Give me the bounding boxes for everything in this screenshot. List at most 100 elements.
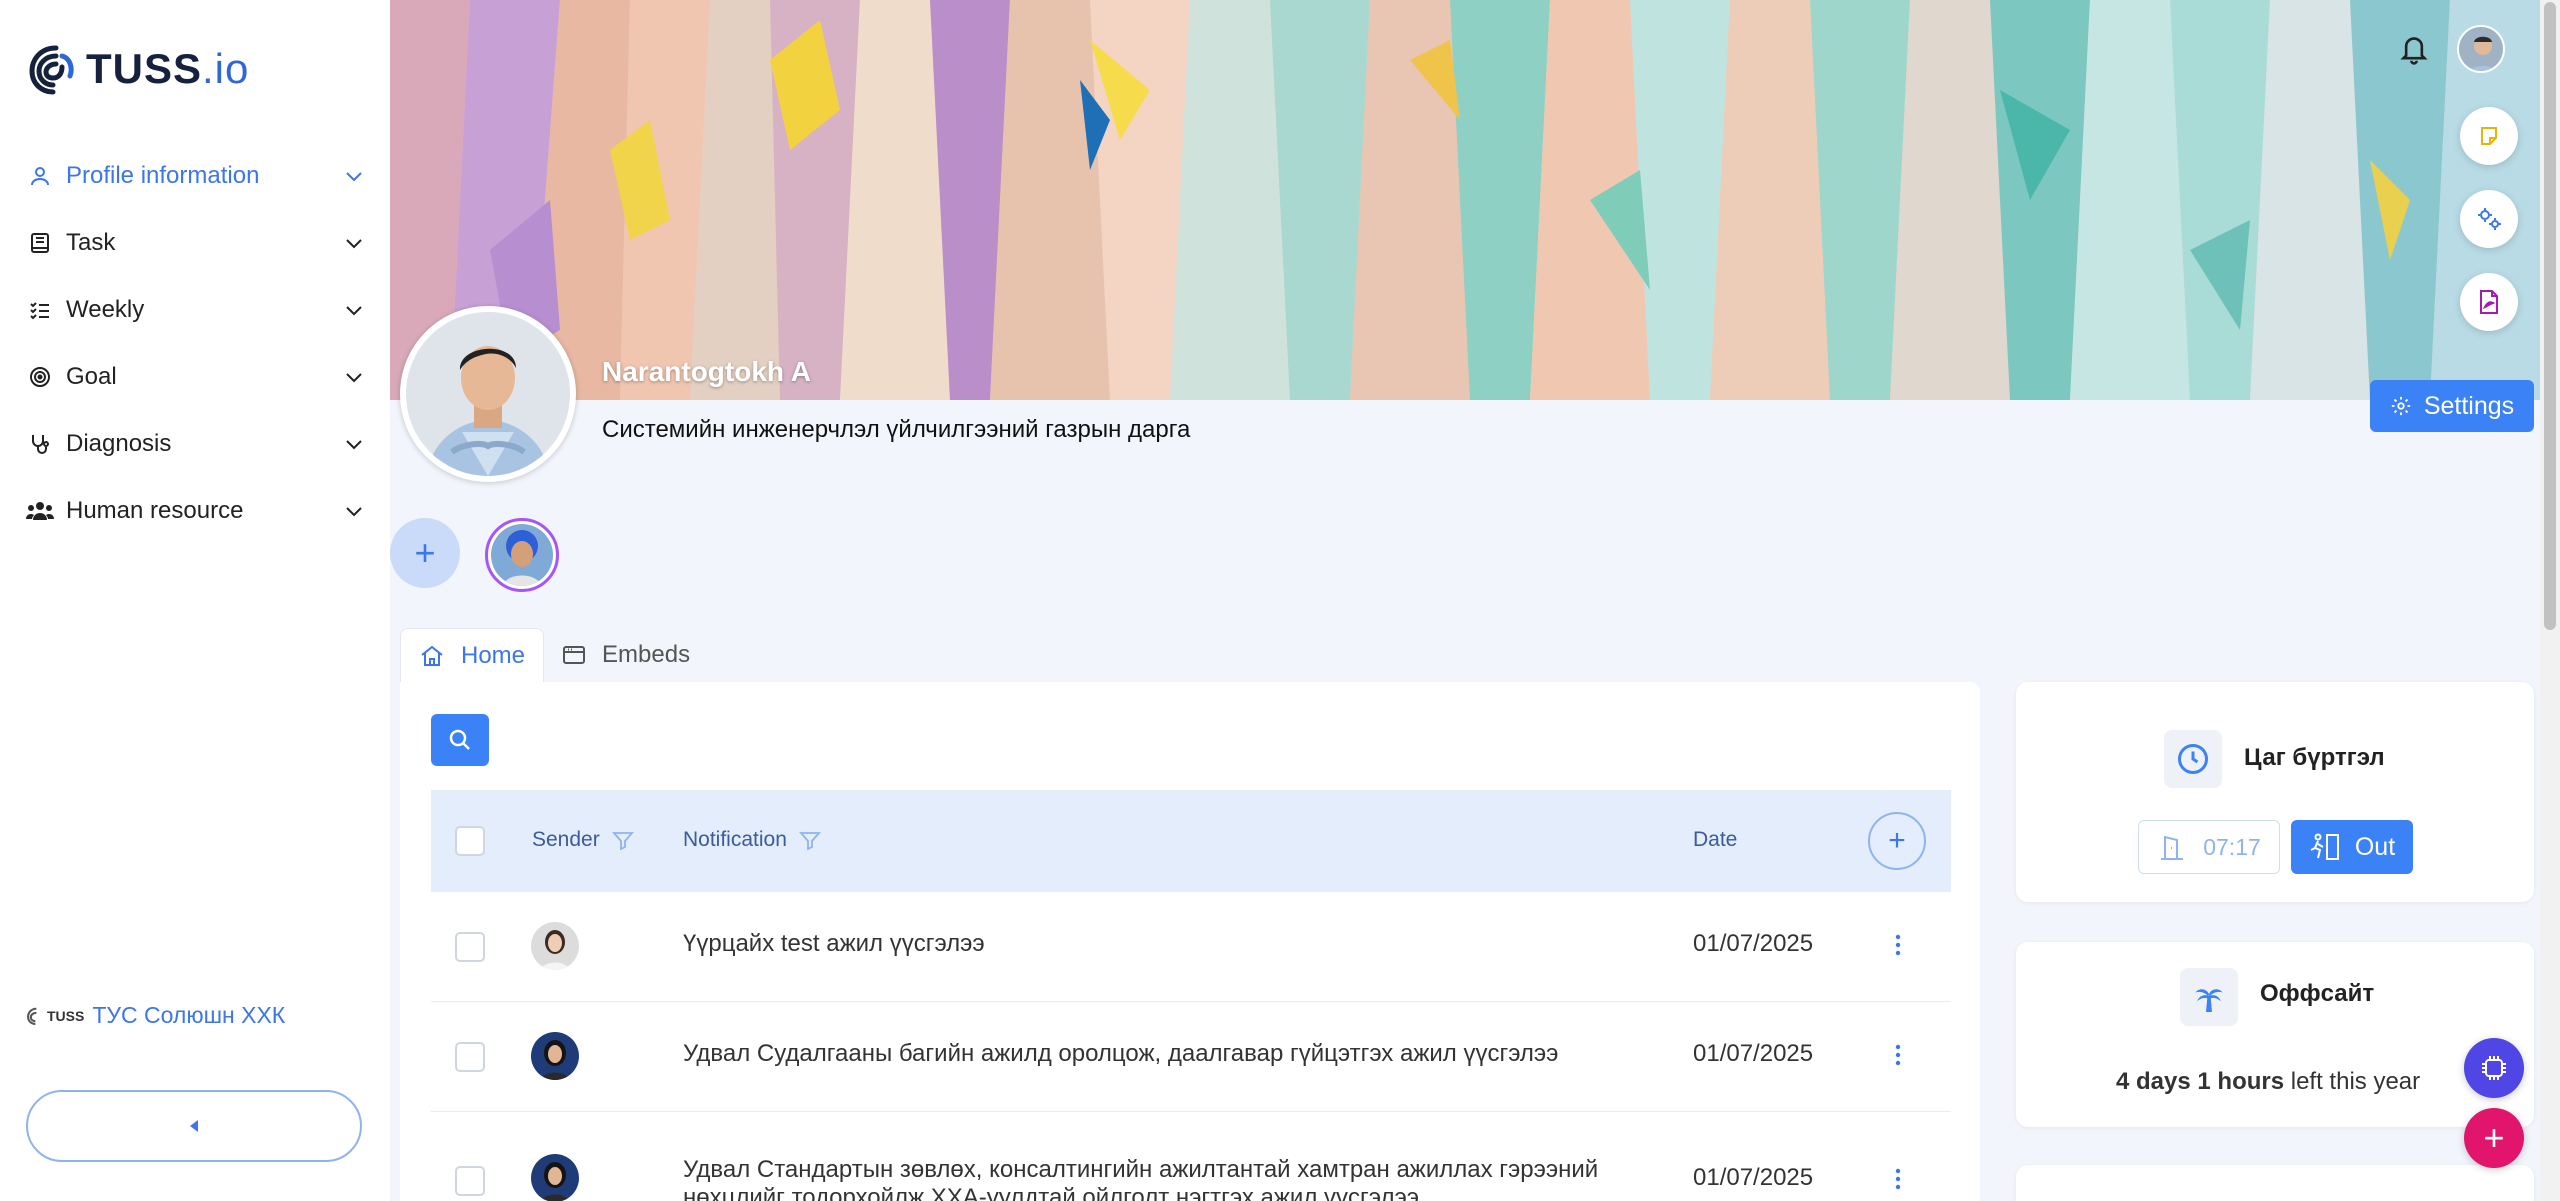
filter-icon[interactable]: [611, 830, 634, 850]
plus-icon: +: [1888, 824, 1906, 857]
select-all-checkbox[interactable]: [455, 826, 485, 856]
column-notification[interactable]: Notification: [683, 828, 821, 852]
sidebar-item-human-resource[interactable]: Human resource: [26, 477, 366, 544]
sender-avatar: [531, 1154, 579, 1201]
content-tabs: Home Embeds: [400, 628, 708, 682]
column-date[interactable]: Date: [1693, 828, 1737, 852]
sidebar-item-goal[interactable]: Goal: [26, 343, 366, 410]
settings-button[interactable]: Settings: [2370, 380, 2534, 432]
book-icon: [26, 229, 54, 257]
page-scrollbar[interactable]: [2540, 0, 2560, 1201]
offsite-card: Оффсайт 4 days 1 hours left this year: [2016, 942, 2534, 1127]
more-vertical-icon[interactable]: [1893, 932, 1903, 958]
sidebar-nav: Profile information Task Weekly Goal Dia…: [26, 142, 366, 544]
sender-avatar-image: [531, 1154, 579, 1201]
sidebar-item-label: Diagnosis: [66, 429, 172, 457]
clock-in-time-button[interactable]: 07:17: [2138, 820, 2280, 874]
pdf-button[interactable]: [2460, 273, 2518, 331]
chevron-down-icon: [346, 506, 362, 516]
logo-main-text: TUSS: [86, 45, 203, 92]
sidebar-item-label: Human resource: [66, 496, 244, 524]
logo-text: TUSS.io: [86, 45, 249, 93]
logo[interactable]: TUSS.io: [26, 40, 249, 98]
table-row[interactable]: Үүрцайх test ажил үүсгэлээ 01/07/2025: [431, 892, 1951, 1002]
cover-banner: [390, 0, 2540, 400]
table-row[interactable]: Удвал Стандартын зөвлөх, консалтингийн а…: [431, 1112, 1951, 1201]
clock-out-label: Out: [2354, 832, 2396, 861]
sidebar-item-diagnosis[interactable]: Diagnosis: [26, 410, 366, 477]
user-avatar[interactable]: [2457, 25, 2505, 73]
sticky-note-icon: [2481, 127, 2497, 145]
offsite-card-title: Оффсайт: [2260, 980, 2375, 1007]
notes-button[interactable]: [2460, 107, 2518, 165]
add-story-button[interactable]: +: [390, 518, 460, 588]
search-button[interactable]: [431, 714, 489, 766]
more-vertical-icon[interactable]: [1893, 1166, 1903, 1192]
company-logo-text: TUSS: [47, 1007, 85, 1024]
bell-icon[interactable]: [2398, 32, 2430, 66]
clock-out-button[interactable]: Out: [2291, 820, 2413, 874]
story-avatar[interactable]: [485, 518, 559, 592]
cover-image: [390, 0, 2540, 400]
next-card: [2016, 1165, 2534, 1201]
exit-running-icon: [2310, 833, 2339, 860]
filter-icon[interactable]: [798, 830, 821, 850]
sidebar-item-label: Task: [66, 228, 116, 256]
chevron-down-icon: [346, 372, 362, 382]
stethoscope-icon: [26, 430, 54, 458]
tab-embeds[interactable]: Embeds: [544, 628, 708, 682]
plus-icon: +: [414, 532, 436, 573]
column-sender[interactable]: Sender: [532, 828, 634, 852]
quick-add-button[interactable]: +: [2464, 1108, 2524, 1168]
row-checkbox[interactable]: [455, 1042, 485, 1072]
notification-date: 01/07/2025: [1693, 930, 1814, 957]
company-logo-icon: [27, 1007, 37, 1025]
chevron-down-icon: [346, 439, 362, 449]
door-icon: [2161, 835, 2184, 860]
gears-button[interactable]: [2460, 190, 2518, 248]
checklist-icon: [26, 296, 54, 324]
offsite-amount: 4 days 1 hours: [2116, 1068, 2285, 1095]
sidebar-item-task[interactable]: Task: [26, 209, 366, 276]
notifications-panel: Sender Notification Date + Үүрцайх test …: [400, 682, 1980, 1201]
tab-label: Home: [461, 641, 526, 669]
clock-in-time: 07:17: [2203, 833, 2261, 860]
company-link[interactable]: TUSS ТУС Солюшн ХХК: [26, 1002, 285, 1029]
sidebar-item-profile-information[interactable]: Profile information: [26, 142, 366, 209]
ai-chip-icon: [2482, 1056, 2506, 1080]
profile-name: Narantogtokh A: [602, 356, 811, 387]
settings-label: Settings: [2423, 391, 2515, 420]
palm-icon-box: [2180, 968, 2238, 1026]
scrollbar-thumb[interactable]: [2544, 2, 2556, 630]
more-vertical-icon[interactable]: [1893, 1042, 1903, 1068]
tab-home[interactable]: Home: [400, 628, 545, 682]
window-icon: [563, 646, 586, 664]
add-column-button[interactable]: +: [1868, 812, 1926, 870]
sidebar-item-label: Profile information: [66, 161, 260, 189]
table-row[interactable]: Удвал Судалгааны багийн ажилд оролцож, д…: [431, 1002, 1951, 1112]
notification-text: Удвал Судалгааны багийн ажилд оролцож, д…: [683, 1040, 1559, 1067]
time-registration-card: Цаг бүртгэл 07:17 Out: [2016, 682, 2534, 902]
row-checkbox[interactable]: [455, 932, 485, 962]
clock-icon-box: [2164, 730, 2222, 788]
caret-left-icon: [190, 1120, 198, 1132]
logo-mark-icon: [29, 45, 74, 95]
sidebar-item-weekly[interactable]: Weekly: [26, 276, 366, 343]
chevron-down-icon: [346, 305, 362, 315]
row-checkbox[interactable]: [455, 1166, 485, 1196]
chevron-down-icon: [346, 238, 362, 248]
notification-date: 01/07/2025: [1693, 1040, 1814, 1067]
collapse-sidebar-button[interactable]: [26, 1090, 362, 1162]
sender-avatar: [531, 922, 579, 970]
gear-icon: [2391, 396, 2410, 416]
column-date-label: Date: [1693, 828, 1738, 851]
profile-job-title: Системийн инженерчлэл үйлчилгээний газры…: [602, 416, 1191, 443]
ai-assistant-button[interactable]: [2464, 1038, 2524, 1098]
clock-icon: [2178, 744, 2208, 774]
profile-photo[interactable]: [400, 306, 576, 482]
logo-suffix-text: .io: [202, 45, 250, 92]
file-pdf-icon: [2480, 290, 2498, 314]
search-icon: [449, 729, 470, 750]
profile-image: [406, 312, 570, 476]
company-logo: TUSS: [26, 1006, 84, 1026]
